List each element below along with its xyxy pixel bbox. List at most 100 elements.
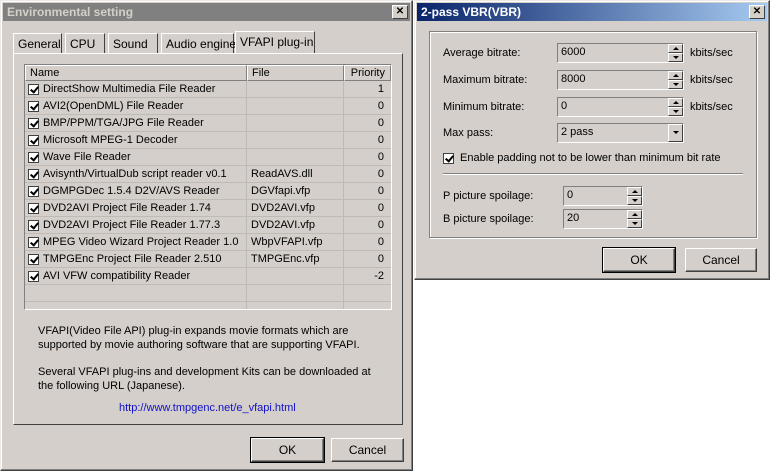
tab-general[interactable]: General (13, 33, 62, 53)
plugin-enabled-checkbox[interactable] (28, 202, 39, 214)
padding-label: Enable padding not to be lower than mini… (460, 152, 721, 164)
table-row[interactable]: TMPGEnc Project File Reader 2.510 TMPGEnc… (25, 251, 391, 268)
vbr-ok-button[interactable]: OK (602, 247, 676, 273)
b-picture-spoilage-spinner[interactable]: 20 (563, 209, 643, 229)
download-description: Several VFAPI plug-ins and development K… (38, 366, 371, 392)
p-picture-spoilage-value: 0 (567, 189, 574, 201)
plugin-list-body: DirectShow Multimedia File Reader 1 AVI2(O… (25, 81, 391, 309)
plugin-priority: 0 (377, 134, 384, 146)
plugin-enabled-checkbox[interactable] (28, 253, 39, 265)
env-cancel-button[interactable]: Cancel (331, 438, 404, 462)
chevron-down-icon[interactable] (668, 124, 683, 142)
table-row[interactable]: BMP/PPM/TGA/JPG File Reader 0 (25, 115, 391, 132)
plugin-priority: 0 (377, 100, 384, 112)
vbr-close-button[interactable]: ✕ (749, 5, 765, 19)
padding-checkbox-row[interactable]: Enable padding not to be lower than mini… (443, 152, 721, 164)
minimum-bitrate-value: 0 (561, 100, 568, 112)
tab-cpu[interactable]: CPU (65, 33, 105, 53)
env-close-button[interactable]: ✕ (392, 5, 408, 19)
table-row[interactable]: Microsoft MPEG-1 Decoder 0 (25, 132, 391, 149)
plugin-priority: 0 (377, 185, 384, 197)
plugin-name: BMP/PPM/TGA/JPG File Reader (43, 117, 204, 129)
vbr-title-bar[interactable]: 2-pass VBR(VBR) ✕ (417, 3, 767, 21)
plugin-name: Avisynth/VirtualDub script reader v0.1 (43, 168, 227, 180)
plugin-list-header: Name File Priority (25, 65, 391, 81)
plugin-enabled-checkbox[interactable] (28, 151, 39, 163)
vfapi-tab-panel: Name File Priority DirectShow Multimedia… (13, 53, 403, 425)
column-header-file[interactable]: File (247, 65, 344, 81)
spin-up-icon[interactable] (627, 210, 642, 219)
plugin-enabled-checkbox[interactable] (28, 83, 39, 95)
table-row[interactable]: MPEG Video Wizard Project Reader 1.0 WbpV… (25, 234, 391, 251)
plugin-file: DGVfapi.vfp (247, 183, 344, 199)
plugin-priority: 0 (377, 253, 384, 265)
plugin-list[interactable]: Name File Priority DirectShow Multimedia… (24, 64, 392, 310)
plugin-name: AVI VFW compatibility Reader (43, 270, 191, 282)
spin-down-icon[interactable] (627, 196, 642, 205)
p-picture-spoilage-spinner[interactable]: 0 (563, 186, 643, 206)
plugin-priority: 0 (377, 219, 384, 231)
table-row[interactable]: DVD2AVI Project File Reader 1.77.3 DVD2AV… (25, 217, 391, 234)
max-pass-dropdown[interactable]: 2 pass (557, 123, 684, 143)
plugin-enabled-checkbox[interactable] (28, 100, 39, 112)
max-pass-value: 2 pass (561, 126, 594, 138)
spin-down-icon[interactable] (668, 107, 683, 116)
plugin-name: MPEG Video Wizard Project Reader 1.0 (43, 236, 239, 248)
plugin-enabled-checkbox[interactable] (28, 236, 39, 248)
plugin-name: DGMPGDec 1.5.4 D2V/AVS Reader (43, 185, 220, 197)
b-picture-spoilage-label: B picture spoilage: (443, 213, 534, 225)
plugin-enabled-checkbox[interactable] (28, 185, 39, 197)
plugin-enabled-checkbox[interactable] (28, 219, 39, 231)
table-row[interactable]: DVD2AVI Project File Reader 1.74 DVD2AVI.… (25, 200, 391, 217)
minimum-bitrate-unit: kbits/sec (690, 101, 733, 113)
vbr-cancel-button[interactable]: Cancel (685, 248, 757, 272)
plugin-file (247, 81, 344, 97)
table-row[interactable]: Avisynth/VirtualDub script reader v0.1 Re… (25, 166, 391, 183)
tab-strip: General CPU Sound Audio engine VFAPI plu… (13, 31, 403, 55)
plugin-name: DVD2AVI Project File Reader 1.77.3 (43, 219, 221, 231)
minimum-bitrate-label: Minimum bitrate: (443, 101, 525, 113)
average-bitrate-spinner[interactable]: 6000 (557, 43, 684, 63)
table-row[interactable]: Wave File Reader 0 (25, 149, 391, 166)
plugin-file (247, 132, 344, 148)
plugin-enabled-checkbox[interactable] (28, 117, 39, 129)
plugin-priority: 0 (377, 117, 384, 129)
maximum-bitrate-value: 8000 (561, 73, 586, 85)
vbr-window-title: 2-pass VBR(VBR) (421, 5, 522, 19)
plugin-name: Wave File Reader (43, 151, 131, 163)
plugin-enabled-checkbox[interactable] (28, 168, 39, 180)
plugin-file (247, 149, 344, 165)
vfapi-url-link[interactable]: http://www.tmpgenc.net/e_vfapi.html (119, 402, 296, 414)
spin-down-icon[interactable] (668, 80, 683, 89)
table-row[interactable]: DGMPGDec 1.5.4 D2V/AVS Reader DGVfapi.vfp… (25, 183, 391, 200)
tab-vfapi-plugin[interactable]: VFAPI plug-in (235, 31, 315, 53)
column-header-priority[interactable]: Priority (344, 65, 391, 81)
plugin-file (247, 115, 344, 131)
vbr-settings-window: 2-pass VBR(VBR) ✕ Average bitrate: 6000 … (414, 0, 770, 280)
tab-audio-engine[interactable]: Audio engine (161, 33, 236, 53)
maximum-bitrate-spinner[interactable]: 8000 (557, 70, 684, 90)
plugin-name: AVI2(OpenDML) File Reader (43, 100, 184, 112)
table-row[interactable]: AVI VFW compatibility Reader -2 (25, 268, 391, 285)
spin-up-icon[interactable] (668, 98, 683, 107)
spin-up-icon[interactable] (627, 187, 642, 196)
empty-row (25, 285, 391, 302)
plugin-enabled-checkbox[interactable] (28, 134, 39, 146)
spin-down-icon[interactable] (668, 53, 683, 62)
spin-up-icon[interactable] (668, 71, 683, 80)
env-ok-button[interactable]: OK (250, 437, 325, 463)
minimum-bitrate-spinner[interactable]: 0 (557, 97, 684, 117)
table-row[interactable]: AVI2(OpenDML) File Reader 0 (25, 98, 391, 115)
table-row[interactable]: DirectShow Multimedia File Reader 1 (25, 81, 391, 98)
column-header-name[interactable]: Name (25, 65, 247, 81)
average-bitrate-label: Average bitrate: (443, 47, 521, 59)
plugin-priority: -2 (374, 270, 384, 282)
spin-up-icon[interactable] (668, 44, 683, 53)
padding-checkbox[interactable] (443, 152, 454, 164)
plugin-file: WbpVFAPI.vfp (247, 234, 344, 250)
max-pass-label: Max pass: (443, 127, 494, 139)
spin-down-icon[interactable] (627, 219, 642, 228)
env-title-bar[interactable]: Environmental setting ✕ (3, 3, 410, 21)
tab-sound[interactable]: Sound (108, 33, 158, 53)
plugin-enabled-checkbox[interactable] (28, 270, 39, 282)
